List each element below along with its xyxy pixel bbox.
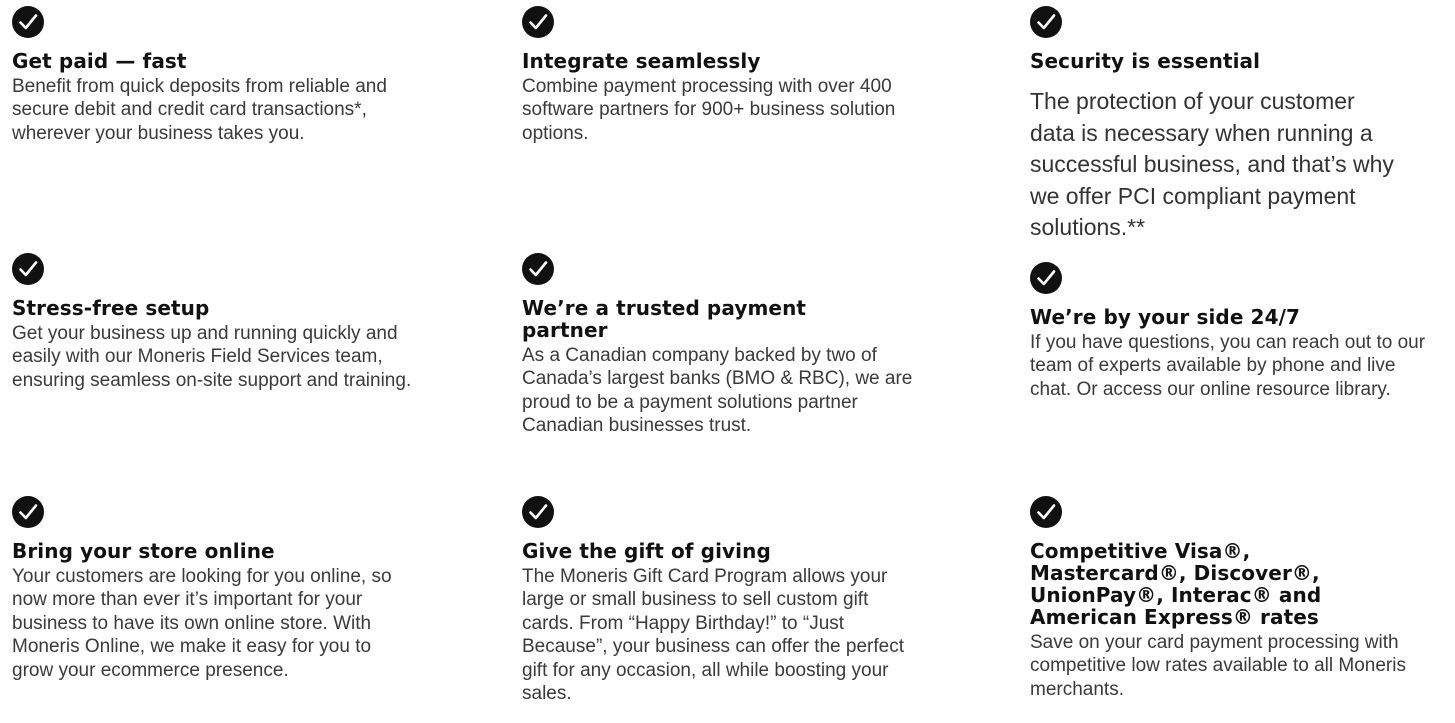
checkmark-circle-icon bbox=[1030, 262, 1062, 294]
feature-description: Combine payment processing with over 400… bbox=[522, 76, 896, 144]
checkmark-circle-icon bbox=[522, 496, 554, 528]
feature-integrate-seamlessly: Integrate seamlessly Combine payment pro… bbox=[522, 6, 922, 145]
feature-title: Stress-free setup bbox=[12, 296, 210, 320]
feature-trusted-payment-partner: We’re a trusted payment partner As a Can… bbox=[522, 253, 922, 438]
feature-description: As a Canadian company backed by two of C… bbox=[522, 345, 913, 437]
feature-bring-store-online: Bring your store online Your customers a… bbox=[12, 496, 412, 682]
feature-competitive-rates: Competitive Visa®, Mastercard®, Discover… bbox=[1030, 496, 1430, 701]
feature-description: Get your business up and running quickly… bbox=[12, 323, 412, 391]
feature-title: We’re a trusted payment partner bbox=[522, 296, 807, 342]
checkmark-circle-icon bbox=[1030, 496, 1062, 528]
feature-title: Competitive Visa®, Mastercard®, Discover… bbox=[1030, 539, 1322, 629]
checkmark-circle-icon bbox=[522, 6, 554, 38]
feature-get-paid-fast: Get paid — fast Benefit from quick depos… bbox=[12, 6, 412, 145]
checkmark-circle-icon bbox=[522, 253, 554, 285]
feature-title: Give the gift of giving bbox=[522, 539, 771, 563]
feature-description: Save on your card payment processing wit… bbox=[1030, 632, 1406, 700]
feature-security-is-essential: Security is essential The protection of … bbox=[1030, 6, 1430, 244]
feature-title: Bring your store online bbox=[12, 539, 275, 563]
feature-by-your-side-24-7: We’re by your side 24/7 If you have ques… bbox=[1030, 262, 1430, 401]
feature-gift-of-giving: Give the gift of giving The Moneris Gift… bbox=[522, 496, 922, 705]
feature-description: The protection of your customer data is … bbox=[1030, 88, 1394, 240]
checkmark-circle-icon bbox=[12, 6, 44, 38]
feature-title: Integrate seamlessly bbox=[522, 49, 761, 73]
feature-stress-free-setup: Stress-free setup Get your business up a… bbox=[12, 253, 412, 392]
feature-title: Security is essential bbox=[1030, 49, 1261, 73]
feature-description: The Moneris Gift Card Program allows you… bbox=[522, 566, 904, 705]
feature-description: Benefit from quick deposits from reliabl… bbox=[12, 76, 387, 144]
checkmark-circle-icon bbox=[12, 253, 44, 285]
checkmark-circle-icon bbox=[1030, 6, 1062, 38]
feature-description: If you have questions, you can reach out… bbox=[1030, 332, 1426, 400]
feature-description: Your customers are looking for you onlin… bbox=[12, 566, 392, 681]
checkmark-circle-icon bbox=[12, 496, 44, 528]
feature-title: We’re by your side 24/7 bbox=[1030, 305, 1301, 329]
feature-title: Get paid — fast bbox=[12, 49, 187, 73]
